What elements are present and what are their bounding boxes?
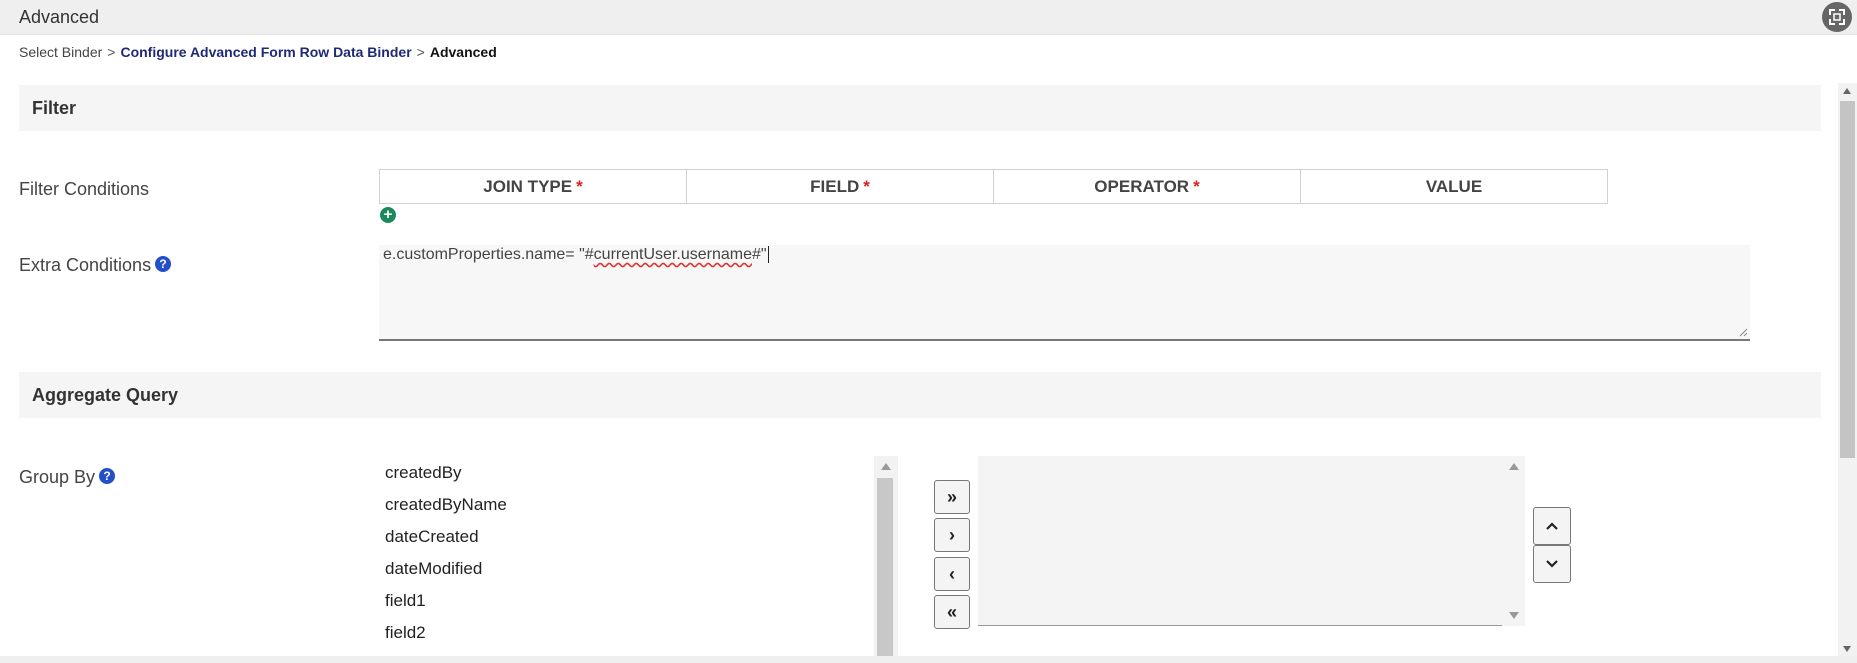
add-button[interactable]: › xyxy=(934,518,970,552)
panel-header: Advanced xyxy=(0,0,1857,35)
group-by-label: Group By? xyxy=(19,467,116,488)
breadcrumb: Select Binder > Configure Advanced Form Ro… xyxy=(19,44,497,60)
filter-section-title: Filter xyxy=(32,98,77,118)
list-item[interactable]: createdBy xyxy=(385,463,462,483)
required-mark: * xyxy=(863,176,870,196)
required-mark: * xyxy=(576,176,583,196)
text-cursor xyxy=(767,246,769,263)
available-fields-scrollbar[interactable] xyxy=(874,456,898,663)
filter-conditions-label: Filter Conditions xyxy=(19,179,150,199)
expand-icon xyxy=(1829,9,1845,25)
selected-fields-list[interactable] xyxy=(978,456,1525,626)
scroll-up-icon[interactable] xyxy=(1843,88,1851,94)
add-condition-icon[interactable]: + xyxy=(380,207,396,223)
breadcrumb-select-binder[interactable]: Select Binder xyxy=(19,44,102,60)
extra-conditions-textarea[interactable]: e.customProperties.name= "#currentUser.u… xyxy=(379,245,1750,341)
scrollbar-thumb[interactable] xyxy=(877,478,893,663)
list-item[interactable]: dateCreated xyxy=(385,527,479,547)
list-item[interactable]: field2 xyxy=(385,623,426,643)
breadcrumb-current: Advanced xyxy=(429,44,497,60)
move-down-button[interactable] xyxy=(1533,545,1571,583)
column-header-join-type: JOIN TYPE * xyxy=(380,170,687,203)
column-header-value: VALUE xyxy=(1425,176,1483,196)
column-header-operator: OPERATOR * xyxy=(994,170,1301,203)
breadcrumb-separator: > xyxy=(416,44,425,60)
chevron-up-icon xyxy=(1546,522,1558,530)
filter-section-header: Filter xyxy=(19,85,1821,131)
panel-title: Advanced xyxy=(19,7,100,27)
list-item[interactable]: dateModified xyxy=(385,559,482,579)
help-icon[interactable]: ? xyxy=(99,468,116,485)
expand-button[interactable] xyxy=(1822,2,1852,32)
chevron-down-icon xyxy=(1546,560,1558,568)
scrollbar-thumb[interactable] xyxy=(1840,101,1855,458)
move-up-button[interactable] xyxy=(1533,507,1571,545)
add-all-button[interactable]: » xyxy=(934,480,970,514)
extra-conditions-label: Extra Conditions? xyxy=(19,255,172,276)
filter-conditions-table: JOIN TYPE * FIELD * OPERATOR * VALUE xyxy=(379,169,1608,204)
breadcrumb-configure-binder[interactable]: Configure Advanced Form Row Data Binder xyxy=(120,44,411,60)
help-icon[interactable]: ? xyxy=(155,256,172,273)
list-item[interactable]: createdByName xyxy=(385,495,507,515)
bottom-strip xyxy=(0,656,1857,663)
scroll-up-icon[interactable] xyxy=(1509,463,1519,470)
page-scrollbar[interactable] xyxy=(1838,83,1857,656)
scroll-down-icon[interactable] xyxy=(1509,612,1519,619)
remove-all-button[interactable]: « xyxy=(934,595,970,629)
aggregate-section-header: Aggregate Query xyxy=(19,372,1821,418)
resize-grip-icon[interactable] xyxy=(1738,327,1748,337)
remove-button[interactable]: ‹ xyxy=(934,557,970,591)
breadcrumb-separator: > xyxy=(107,44,116,60)
required-mark: * xyxy=(1193,176,1200,196)
scroll-up-icon[interactable] xyxy=(881,463,891,470)
scroll-down-icon[interactable] xyxy=(1843,646,1851,652)
list-item[interactable]: field1 xyxy=(385,591,426,611)
aggregate-section-title: Aggregate Query xyxy=(32,385,179,405)
column-header-field: FIELD * xyxy=(687,170,994,203)
selected-fields-scrollbar[interactable] xyxy=(1502,456,1525,626)
available-fields-list[interactable]: createdBy createdByName dateCreated date… xyxy=(379,456,879,663)
